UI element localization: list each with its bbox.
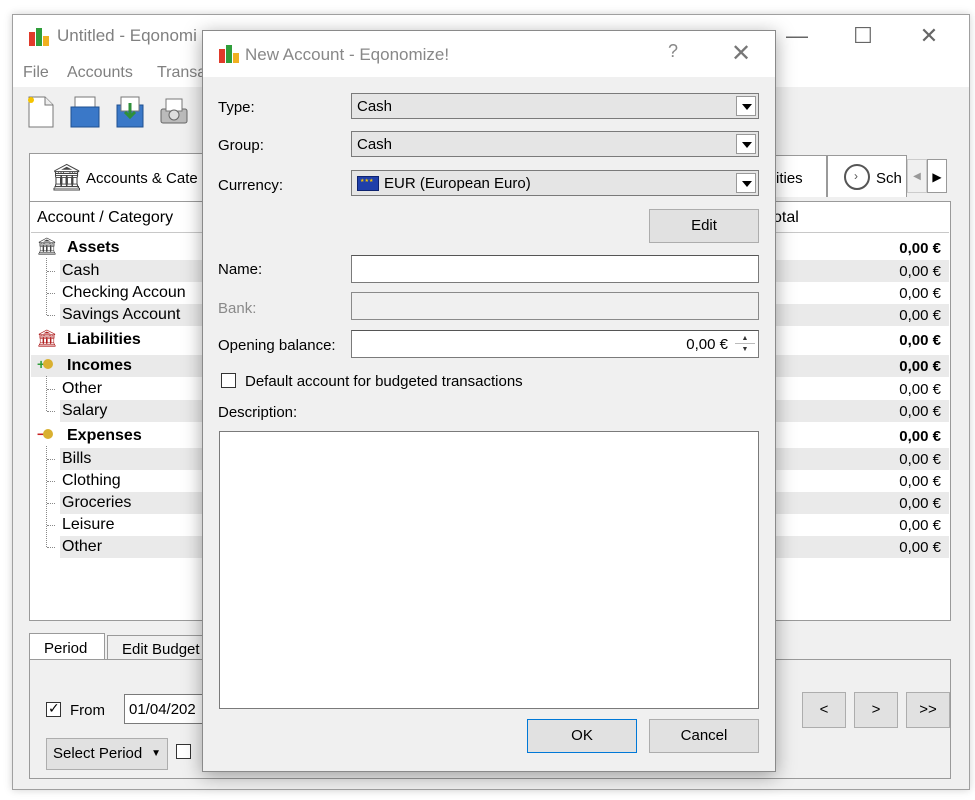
from-checkbox[interactable]: ✓ bbox=[46, 700, 61, 717]
liabilities-icon: 🏛 bbox=[36, 329, 58, 348]
eqonomize-app-icon bbox=[217, 43, 239, 65]
type-label: Type: bbox=[218, 99, 255, 116]
close-icon[interactable]: ✕ bbox=[909, 21, 949, 51]
chevron-down-icon bbox=[736, 96, 756, 116]
opening-balance-value: 0,00 € bbox=[686, 336, 728, 353]
tree-connector bbox=[47, 411, 55, 412]
group-select[interactable]: Cash bbox=[351, 131, 759, 157]
bottom-checkbox[interactable] bbox=[176, 744, 191, 759]
column-header-account[interactable]: Account / Category bbox=[37, 209, 173, 227]
tree-connector bbox=[47, 293, 55, 294]
menu-transactions[interactable]: Transa bbox=[157, 64, 206, 82]
incomes-icon: + bbox=[37, 356, 54, 372]
from-date-input[interactable]: 01/04/202 bbox=[124, 694, 214, 724]
main-window-title: Untitled - Eqonomi bbox=[57, 26, 197, 45]
chevron-down-icon: ▼ bbox=[151, 748, 161, 759]
tab-period[interactable]: Period bbox=[29, 633, 105, 661]
tree-connector bbox=[46, 258, 47, 315]
save-file-icon[interactable] bbox=[113, 95, 147, 129]
type-value: Cash bbox=[357, 98, 393, 115]
menu-accounts[interactable]: Accounts bbox=[67, 64, 133, 82]
opening-balance-spinbox[interactable]: 0,00 € ▲ ▼ bbox=[351, 330, 759, 358]
eqonomize-app-icon bbox=[27, 26, 49, 48]
tab-schedule[interactable]: › Sch bbox=[827, 155, 907, 197]
minimize-icon[interactable]: — bbox=[777, 21, 817, 51]
opening-balance-label: Opening balance: bbox=[218, 337, 336, 354]
expenses-icon: − bbox=[37, 426, 54, 442]
currency-select[interactable]: EUR (European Euro) bbox=[351, 170, 759, 196]
new-file-icon[interactable] bbox=[25, 95, 59, 129]
dialog-title: New Account - Eqonomize! bbox=[245, 45, 450, 64]
currency-label: Currency: bbox=[218, 177, 284, 194]
bank-icon: 🏛 bbox=[50, 162, 84, 192]
tree-connector bbox=[47, 481, 55, 482]
open-file-icon[interactable] bbox=[69, 95, 103, 129]
eu-flag-icon bbox=[357, 176, 379, 191]
next-period-button[interactable]: > bbox=[854, 692, 898, 728]
bank-field bbox=[351, 292, 759, 320]
name-input[interactable] bbox=[356, 260, 752, 279]
currency-value: EUR (European Euro) bbox=[384, 175, 531, 192]
column-header-total[interactable]: otal bbox=[773, 209, 799, 227]
name-field[interactable] bbox=[351, 255, 759, 283]
ok-button[interactable]: OK bbox=[527, 719, 637, 753]
print-icon[interactable] bbox=[157, 95, 191, 129]
tree-connector bbox=[47, 547, 55, 548]
tree-connector bbox=[46, 446, 47, 547]
last-period-button[interactable]: >> bbox=[906, 692, 950, 728]
type-select[interactable]: Cash bbox=[351, 93, 759, 119]
tab-accounts-categories-label: Accounts & Cate bbox=[86, 170, 198, 187]
bank-input bbox=[356, 297, 752, 316]
spin-up-icon[interactable]: ▲ bbox=[735, 333, 755, 344]
chevron-down-icon bbox=[736, 173, 756, 193]
tab-schedule-label: Sch bbox=[876, 170, 902, 187]
name-label: Name: bbox=[218, 261, 263, 278]
maximize-icon[interactable]: ☐ bbox=[843, 21, 883, 51]
cancel-button[interactable]: Cancel bbox=[649, 719, 759, 753]
tree-connector bbox=[47, 525, 55, 526]
default-account-label[interactable]: Default account for budgeted transaction… bbox=[245, 373, 523, 390]
tab-edit-budget[interactable]: Edit Budget bbox=[107, 635, 217, 661]
dialog-titlebar: New Account - Eqonomize! ? ✕ bbox=[203, 31, 775, 77]
group-label: Group: bbox=[218, 137, 264, 154]
bank-icon: 🏛 bbox=[36, 237, 58, 256]
new-account-dialog: New Account - Eqonomize! ? ✕ Type: Cash … bbox=[202, 30, 776, 772]
from-label: From bbox=[70, 702, 105, 719]
default-account-checkbox[interactable] bbox=[221, 373, 236, 388]
tab-scroll-right-icon[interactable]: ▶ bbox=[927, 159, 947, 193]
group-value: Cash bbox=[357, 136, 393, 153]
clock-icon: › bbox=[844, 164, 870, 190]
help-icon[interactable]: ? bbox=[668, 41, 678, 62]
bank-label: Bank: bbox=[218, 300, 257, 317]
previous-period-button[interactable]: < bbox=[802, 692, 846, 728]
tree-connector bbox=[47, 271, 55, 272]
description-label: Description: bbox=[218, 404, 298, 421]
spin-down-icon[interactable]: ▼ bbox=[735, 344, 755, 355]
tree-connector bbox=[47, 389, 55, 390]
dialog-close-icon[interactable]: ✕ bbox=[731, 39, 751, 68]
tree-connector bbox=[47, 315, 55, 316]
tree-connector bbox=[47, 503, 55, 504]
chevron-down-icon bbox=[736, 134, 756, 154]
tab-securities-label: ities bbox=[776, 170, 803, 187]
edit-currency-button[interactable]: Edit bbox=[649, 209, 759, 243]
tab-scroll-left-icon[interactable]: ◀ bbox=[907, 159, 927, 193]
menu-file[interactable]: File bbox=[23, 64, 49, 82]
tree-connector bbox=[46, 376, 47, 411]
tree-connector bbox=[47, 459, 55, 460]
description-textarea[interactable] bbox=[219, 431, 759, 709]
select-period-button[interactable]: Select Period ▼ bbox=[46, 738, 168, 770]
